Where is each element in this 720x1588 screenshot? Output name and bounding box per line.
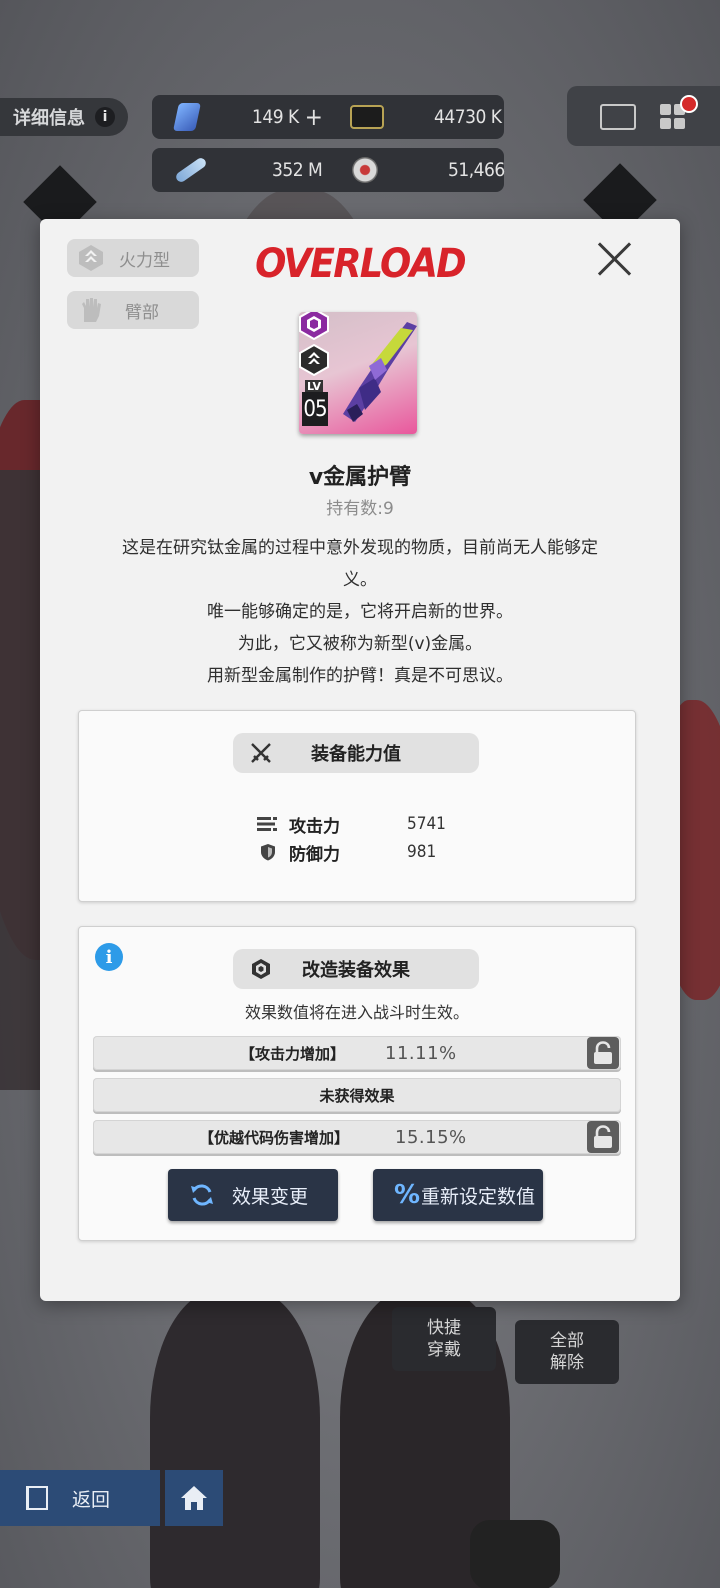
- item-description: 这是在研究钛金属的过程中意外发现的物质，目前尚无人能够定 义。 唯一能够确定的是…: [70, 532, 650, 692]
- overload-logo: OVERLOAD: [255, 241, 466, 287]
- effect-value: 15.15%: [395, 1126, 467, 1148]
- reset-values-button[interactable]: % 重新设定数值: [373, 1169, 543, 1221]
- level-value: 05: [302, 392, 328, 426]
- unequip-all-label-1: 全部: [550, 1331, 584, 1351]
- module-icon: [174, 156, 208, 184]
- unequip-all-button[interactable]: 全部 解除: [515, 1320, 619, 1384]
- defense-value: 981: [407, 842, 437, 862]
- description-line: 唯一能够确定的是，它将开启新的世界。: [207, 602, 513, 622]
- rarity-badge-icon: [299, 312, 329, 340]
- resource-module: [174, 148, 208, 192]
- defense-stat-row: 防御力 981: [257, 838, 457, 866]
- quick-equip-button[interactable]: 快捷 穿戴: [392, 1307, 496, 1371]
- description-line: 用新型金属制作的护臂！真是不可思议。: [207, 666, 513, 686]
- defense-label: 防御力: [289, 844, 340, 865]
- refresh-icon: [188, 1181, 216, 1209]
- shield-icon: [257, 843, 279, 861]
- item-name: v金属护臂: [308, 465, 412, 490]
- effects-title: 改造装备效果: [302, 960, 410, 981]
- resource-crystal-value-wrap: 149 K +: [252, 95, 323, 139]
- resource-crystal: [173, 95, 201, 139]
- description-line: 这是在研究钛金属的过程中意外发现的物质，目前尚无人能够定: [122, 538, 598, 558]
- top-right-menu: [567, 86, 720, 146]
- home-button[interactable]: [165, 1470, 223, 1526]
- character-leg-left: [150, 1290, 320, 1588]
- add-crystal-button[interactable]: +: [305, 103, 323, 131]
- core-value: 51,466: [448, 159, 505, 181]
- info-icon[interactable]: i: [95, 943, 123, 971]
- character-shoe: [470, 1520, 560, 1588]
- item-icon-card: LV 05: [299, 312, 417, 434]
- quick-equip-label-2: 穿戴: [427, 1340, 461, 1360]
- module-cube-icon: [252, 959, 270, 979]
- effect-name: 未获得效果: [319, 1086, 395, 1105]
- notification-dot: [680, 95, 698, 113]
- crystal-icon: [173, 103, 201, 131]
- effects-title-pill: 改造装备效果: [233, 949, 479, 989]
- effect-slot-1[interactable]: 【攻击力增加】 11.11%: [93, 1036, 621, 1070]
- back-button[interactable]: 返回: [0, 1470, 160, 1526]
- description-line: 为此，它又被称为新型(v)金属。: [237, 634, 483, 654]
- modification-effects-panel: i 改造装备效果 效果数值将在进入战斗时生效。 【攻击力增加】 11.11% 未…: [78, 926, 636, 1241]
- lock-button[interactable]: [587, 1121, 619, 1153]
- info-icon: i: [95, 107, 115, 127]
- effects-note: 效果数值将在进入战斗时生效。: [244, 1003, 469, 1022]
- description-line: 义。: [343, 570, 377, 590]
- close-icon[interactable]: [594, 239, 634, 279]
- lock-icon: [594, 1125, 612, 1148]
- module-value: 352 M: [272, 159, 323, 181]
- stats-title-pill: 装备能力值: [233, 733, 479, 773]
- class-badge-icon: [299, 344, 329, 376]
- slot-tag: 臂部: [67, 291, 199, 329]
- resource-battery-value-wrap: 44730 K: [434, 95, 502, 139]
- resource-module-value-wrap: 352 M: [272, 148, 323, 192]
- resource-core-value-wrap: 51,466: [448, 148, 505, 192]
- resource-battery: [350, 95, 384, 139]
- change-effect-button[interactable]: 效果变更: [168, 1169, 338, 1221]
- core-orb-icon: [352, 157, 378, 183]
- reset-values-label: 重新设定数值: [421, 1185, 536, 1208]
- effect-value: 11.11%: [385, 1042, 457, 1064]
- attack-label: 攻击力: [289, 816, 340, 837]
- arm-weapon-icon: [343, 322, 417, 422]
- equipment-stats-panel: 装备能力值 攻击力 5741 防御力 981: [78, 710, 636, 902]
- attack-value: 5741: [407, 814, 446, 834]
- lock-button[interactable]: [587, 1037, 619, 1069]
- side-panel: [0, 470, 40, 1090]
- change-effect-label: 效果变更: [232, 1185, 309, 1208]
- arm-slot-icon: [77, 296, 105, 324]
- lock-icon: [594, 1041, 612, 1064]
- effect-slot-3[interactable]: 【优越代码伤害增加】 15.15%: [93, 1120, 621, 1154]
- stats-title: 装备能力值: [311, 744, 401, 765]
- battery-icon: [350, 105, 384, 129]
- mail-icon[interactable]: [600, 104, 636, 130]
- slot-tag-label: 臂部: [125, 302, 159, 323]
- home-icon: [181, 1486, 207, 1510]
- effect-name: 【优越代码伤害增加】: [199, 1128, 350, 1147]
- holding-count: 持有数:9: [326, 499, 394, 519]
- effect-slot-2[interactable]: 未获得效果: [93, 1078, 621, 1112]
- equipment-detail-modal: 火力型 臂部 OVERLOAD LV 05 v金属护臂 持有数:9 这是在研究钛…: [40, 219, 680, 1301]
- battery-value: 44730 K: [434, 106, 502, 128]
- resource-core: [352, 148, 378, 192]
- quick-equip-label-1: 快捷: [427, 1318, 461, 1338]
- back-label: 返回: [72, 1488, 111, 1511]
- percent-icon: %: [393, 1180, 421, 1210]
- crossed-swords-icon: [251, 743, 271, 763]
- attack-stat-row: 攻击力 5741: [257, 810, 457, 838]
- attack-icon: [257, 815, 279, 833]
- unequip-all-label-2: 解除: [550, 1353, 584, 1373]
- resource-bar-top: 149 K + 44730 K: [152, 95, 504, 139]
- exit-icon: [26, 1486, 48, 1510]
- effect-name: 【攻击力增加】: [240, 1044, 346, 1063]
- crystal-value: 149 K: [252, 106, 299, 128]
- resource-bar-bottom: 352 M 51,466: [152, 148, 505, 192]
- detail-info-button[interactable]: 详细信息 i: [0, 98, 128, 136]
- detail-info-label: 详细信息: [13, 108, 85, 129]
